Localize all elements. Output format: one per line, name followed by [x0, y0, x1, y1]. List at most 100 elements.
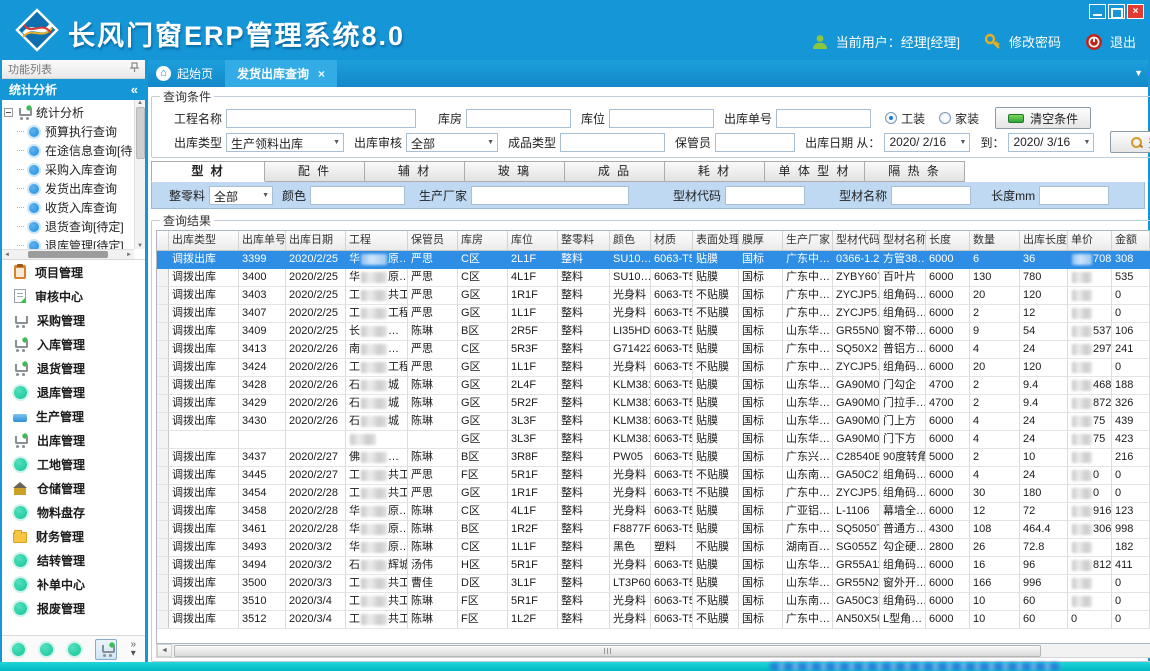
order-no-input[interactable]: [776, 109, 871, 128]
sidebar-item[interactable]: 入库管理: [2, 332, 145, 356]
tab-overflow-arrow[interactable]: ▼: [1134, 68, 1143, 78]
out-type-select[interactable]: 生产领料出库: [226, 133, 344, 152]
material-tab[interactable]: 隔 热 条: [865, 161, 965, 182]
table-row[interactable]: 调拨出库34942020/3/2石辉城汤伟H区5R1F整料光身料6063-T5贴…: [157, 557, 1150, 575]
tree-item[interactable]: 预算执行查询: [4, 122, 133, 141]
column-header[interactable]: 单价: [1068, 231, 1112, 250]
tab-active-shipping-query[interactable]: 发货出库查询 ×: [225, 60, 337, 87]
color-input[interactable]: [310, 186, 405, 205]
column-header[interactable]: 出库类型: [169, 231, 239, 250]
toolbar-cart-button[interactable]: [95, 639, 117, 660]
table-row[interactable]: 调拨出库33992020/2/25华原…严思C区2L1F整料SU10…6063-…: [157, 251, 1150, 269]
collapse-icon[interactable]: «: [131, 82, 138, 97]
table-row[interactable]: 调拨出库34032020/2/25工共工程严思G区1R1F整料光身料6063-T…: [157, 287, 1150, 305]
column-header[interactable]: 金额: [1112, 231, 1150, 250]
sidebar-item[interactable]: 物料盘存: [2, 500, 145, 524]
table-row[interactable]: 调拨出库34292020/2/26石城陈琳G区5R2F整料KLM38176063…: [157, 395, 1150, 413]
tree-root-item[interactable]: 统计分析: [4, 102, 133, 122]
sidebar-item[interactable]: 结转管理: [2, 548, 145, 572]
table-row[interactable]: 调拨出库35002020/3/3工共工程曹佳D区3L1F整料LT3P606063…: [157, 575, 1150, 593]
tree-item[interactable]: 发货出库查询: [4, 179, 133, 198]
tree-item[interactable]: 采购入库查询: [4, 160, 133, 179]
keeper-input[interactable]: [715, 133, 795, 152]
table-row[interactable]: 调拨出库34072020/2/25工工程严思G区1L1F整料光身料6063-T5…: [157, 305, 1150, 323]
radio-gongzhuang[interactable]: 工装: [885, 110, 925, 127]
column-header[interactable]: 数量: [970, 231, 1020, 250]
column-header[interactable]: 生产厂家: [783, 231, 833, 250]
part-select[interactable]: 全部: [209, 186, 273, 205]
column-header[interactable]: 出库长度: [1020, 231, 1068, 250]
column-header[interactable]: 型材代码: [833, 231, 880, 250]
material-tab[interactable]: 成 品: [565, 161, 665, 182]
sidebar-item[interactable]: 退货管理: [2, 356, 145, 380]
table-row[interactable]: 调拨出库35102020/3/4工共工程陈琳F区5R1F整料光身料6063-T5…: [157, 593, 1150, 611]
table-row[interactable]: 调拨出库35122020/3/4工共工程陈琳F区1L2F整料光身料6063-T5…: [157, 611, 1150, 629]
pin-icon[interactable]: [130, 62, 139, 76]
table-row[interactable]: 调拨出库34092020/2/25长…陈琳B区2R5F整料LI35HD6063-…: [157, 323, 1150, 341]
toolbar-circle-icon[interactable]: [68, 643, 81, 656]
clear-conditions-button[interactable]: 清空条件: [995, 107, 1091, 129]
column-header[interactable]: 工程: [346, 231, 408, 250]
expander-icon[interactable]: [4, 108, 13, 117]
sidebar-item[interactable]: 补单中心: [2, 572, 145, 596]
table-row[interactable]: 调拨出库34452020/2/27工共工程严思F区5R1F整料光身料6063-T…: [157, 467, 1150, 485]
sidebar-item[interactable]: 工地管理: [2, 452, 145, 476]
column-header[interactable]: 出库日期: [286, 231, 346, 250]
table-row[interactable]: 调拨出库34302020/2/26石城陈琳G区3L3F整料KLM38176063…: [157, 413, 1150, 431]
minimize-button[interactable]: [1089, 4, 1106, 19]
warehouse-input[interactable]: [466, 109, 571, 128]
sidebar-item[interactable]: 财务管理: [2, 524, 145, 548]
sidebar-item[interactable]: 采购管理: [2, 308, 145, 332]
toolbar-circle-icon[interactable]: [40, 643, 53, 656]
length-input[interactable]: [1039, 186, 1109, 205]
grid-horizontal-scrollbar[interactable]: ◄ ►: [156, 644, 1150, 658]
column-header[interactable]: 长度: [926, 231, 970, 250]
product-type-input[interactable]: [560, 133, 665, 152]
tree-vertical-scrollbar[interactable]: ▲▼: [134, 100, 145, 249]
column-header[interactable]: 型材名称: [880, 231, 926, 250]
change-password-link[interactable]: 修改密码: [1009, 32, 1061, 51]
column-header[interactable]: 整零料: [558, 231, 610, 250]
tree-item[interactable]: 退库管理[待定]: [4, 236, 133, 249]
sidebar-item[interactable]: 报废管理: [2, 596, 145, 620]
date-from-picker[interactable]: 2020/ 2/16: [884, 133, 970, 152]
sidebar-section-header[interactable]: 统计分析 «: [2, 79, 145, 100]
name-input[interactable]: [891, 186, 971, 205]
search-button[interactable]: 查 询: [1110, 131, 1150, 153]
table-row[interactable]: 调拨出库34932020/3/2华原…陈琳C区1L1F整料黑色塑料不贴膜国标湖南…: [157, 539, 1150, 557]
column-header[interactable]: 材质: [651, 231, 693, 250]
material-tab[interactable]: 玻 璃: [465, 161, 565, 182]
project-name-input[interactable]: [226, 109, 416, 128]
manufacturer-input[interactable]: [471, 186, 629, 205]
material-tab[interactable]: 辅 材: [365, 161, 465, 182]
column-header[interactable]: 库房: [458, 231, 508, 250]
column-header[interactable]: 出库单号: [239, 231, 286, 250]
table-row[interactable]: 调拨出库34242020/2/26工工程严思G区1L1F整料光身料6063-T5…: [157, 359, 1150, 377]
column-header[interactable]: 库位: [508, 231, 558, 250]
tree-item[interactable]: 在途信息查询[待: [4, 141, 133, 160]
radio-jiazhuang[interactable]: 家装: [939, 110, 979, 127]
table-row[interactable]: G区3L3F整料KLM38176063-T5贴膜国标山东华…GA90M09.门下…: [157, 431, 1150, 449]
material-tab[interactable]: 配 件: [265, 161, 365, 182]
sidebar-item[interactable]: 审核中心: [2, 284, 145, 308]
table-row[interactable]: 调拨出库34372020/2/27佛…陈琳B区3R8F整料PW056063-T5…: [157, 449, 1150, 467]
audit-select[interactable]: 全部: [406, 133, 498, 152]
table-row[interactable]: 调拨出库34542020/2/28工共工程严思G区1R1F整料光身料6063-T…: [157, 485, 1150, 503]
sidebar-item[interactable]: 生产管理: [2, 404, 145, 428]
column-header[interactable]: 保管员: [408, 231, 458, 250]
scroll-left-arrow[interactable]: ◄: [157, 644, 172, 657]
tree-horizontal-scrollbar[interactable]: ◄►: [2, 249, 134, 259]
tree-item[interactable]: 收货入库查询: [4, 198, 133, 217]
material-tab[interactable]: 单 体 型 材: [765, 161, 865, 182]
hscroll-thumb[interactable]: [174, 645, 1041, 657]
date-to-picker[interactable]: 2020/ 3/16: [1008, 133, 1094, 152]
material-tab[interactable]: 型 材: [151, 161, 265, 182]
close-button[interactable]: ×: [1127, 4, 1144, 19]
sidebar-item[interactable]: 出库管理: [2, 428, 145, 452]
table-row[interactable]: 调拨出库34132020/2/26南…严思C区5R3F整料G714226063-…: [157, 341, 1150, 359]
maximize-button[interactable]: [1108, 4, 1125, 19]
location-input[interactable]: [609, 109, 714, 128]
material-tab[interactable]: 耗 材: [665, 161, 765, 182]
toolbar-overflow-icon[interactable]: »▾: [130, 640, 136, 658]
column-header[interactable]: 膜厚: [739, 231, 783, 250]
